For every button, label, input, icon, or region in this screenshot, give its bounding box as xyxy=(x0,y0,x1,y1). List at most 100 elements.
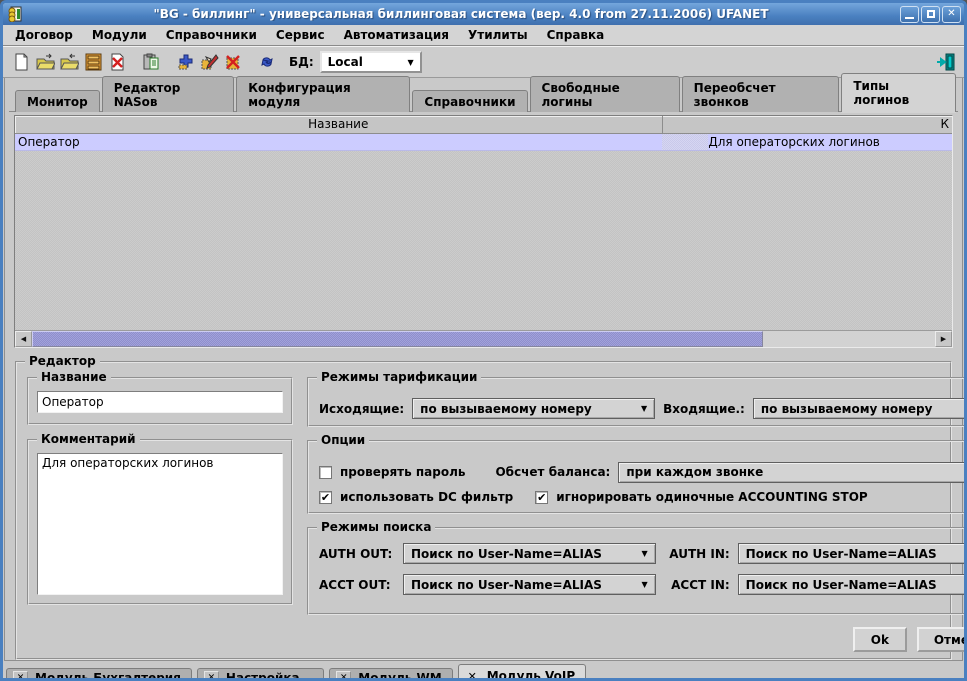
auth-out-select[interactable]: Поиск по User-Name=ALIAS ▼ xyxy=(403,543,656,564)
tab-close-icon[interactable]: ✕ xyxy=(13,671,28,681)
column-header-comment[interactable]: К xyxy=(940,117,949,131)
maximize-button[interactable] xyxy=(921,6,940,23)
edit-item-icon[interactable] xyxy=(197,50,221,74)
menu-utility[interactable]: Утилиты xyxy=(468,28,528,42)
chevron-down-icon: ▼ xyxy=(407,58,413,67)
options-row-1: проверять пароль Обсчет баланса: при каж… xyxy=(319,462,967,483)
menu-spravka[interactable]: Справка xyxy=(547,28,605,42)
acct-out-label: ACCT OUT: xyxy=(319,578,395,592)
table-row[interactable]: Оператор Для операторских логинов xyxy=(15,134,952,151)
window-title: "BG - биллинг" - универсальная биллингов… xyxy=(24,7,898,21)
horizontal-scrollbar[interactable]: ◀ ▶ xyxy=(15,330,952,347)
tab-close-icon[interactable]: ✕ xyxy=(465,669,480,681)
search-modes-title: Режимы поиска xyxy=(317,520,435,534)
editor-right-column: Режимы тарификации Исходящие: по вызывае… xyxy=(307,377,967,652)
add-item-icon[interactable] xyxy=(173,50,197,74)
tab-recalc-calls[interactable]: Переобсчет звонков xyxy=(682,76,840,112)
close-button[interactable]: ✕ xyxy=(942,6,961,23)
paste-clipboard-icon[interactable] xyxy=(139,50,163,74)
auth-in-value: Поиск по User-Name=ALIAS xyxy=(746,547,937,561)
db-label: БД: xyxy=(289,55,314,69)
incoming-select[interactable]: по вызываемому номеру ▼ xyxy=(753,398,967,419)
tariff-modes-title: Режимы тарификации xyxy=(317,370,481,384)
bottom-tab-accounting[interactable]: ✕ Модуль Бухгалтерия xyxy=(6,668,192,681)
app-icon xyxy=(6,5,24,23)
open-folder-icon[interactable] xyxy=(33,50,57,74)
delete-document-icon[interactable] xyxy=(105,50,129,74)
tab-module-config[interactable]: Конфигурация модуля xyxy=(236,76,410,112)
options-title: Опции xyxy=(317,433,369,447)
db-select-value: Local xyxy=(328,55,363,69)
bottom-tabstrip: ✕ Модуль Бухгалтерия ✕ Настройка... ✕ Мо… xyxy=(3,661,964,681)
comment-group: Комментарий Для операторских логинов xyxy=(27,439,293,605)
ignore-stop-checkbox[interactable]: ✔ xyxy=(535,491,548,504)
auth-in-select[interactable]: Поиск по User-Name=ALIAS ▼ xyxy=(738,543,967,564)
column-header-name[interactable]: Название xyxy=(15,117,662,131)
menu-spravochniki[interactable]: Справочники xyxy=(166,28,257,42)
menu-avtomatizaciya[interactable]: Автоматизация xyxy=(344,28,449,42)
auth-in-label: AUTH IN: xyxy=(664,547,730,561)
refresh-icon[interactable] xyxy=(255,50,279,74)
outgoing-label: Исходящие: xyxy=(319,402,404,416)
title-bar: "BG - биллинг" - универсальная биллингов… xyxy=(3,3,964,25)
maximize-icon xyxy=(927,10,935,18)
scroll-right-icon[interactable]: ▶ xyxy=(935,331,952,347)
column-divider[interactable] xyxy=(662,116,663,133)
name-input[interactable] xyxy=(37,391,283,413)
bottom-tab-settings[interactable]: ✕ Настройка... xyxy=(197,668,324,681)
bottom-tab-voip[interactable]: ✕ Модуль VoIP xyxy=(458,664,586,681)
delete-item-icon[interactable] xyxy=(221,50,245,74)
menu-servis[interactable]: Сервис xyxy=(276,28,325,42)
acct-in-value: Поиск по User-Name=ALIAS xyxy=(746,578,937,592)
balance-label: Обсчет баланса: xyxy=(495,465,610,479)
check-password-checkbox[interactable] xyxy=(319,466,332,479)
cabinet-icon[interactable] xyxy=(81,50,105,74)
comment-textarea[interactable]: Для операторских логинов xyxy=(37,453,283,595)
exit-door-icon[interactable] xyxy=(934,50,958,74)
tab-close-icon[interactable]: ✕ xyxy=(336,671,351,681)
incoming-select-value: по вызываемому номеру xyxy=(761,402,933,416)
tab-close-icon[interactable]: ✕ xyxy=(204,671,219,681)
outgoing-select[interactable]: по вызываемому номеру ▼ xyxy=(412,398,655,419)
scroll-left-icon[interactable]: ◀ xyxy=(15,331,32,347)
dc-filter-label: использовать DC фильтр xyxy=(340,490,513,504)
table-header: Название К xyxy=(15,116,952,134)
minimize-icon xyxy=(905,17,914,19)
chevron-down-icon: ▼ xyxy=(641,404,647,413)
menu-bar: Договор Модули Справочники Сервис Автома… xyxy=(3,25,964,46)
tab-nas-editor[interactable]: Редактор NASов xyxy=(102,76,235,112)
db-select[interactable]: Local ▼ xyxy=(320,51,422,73)
open-folder-alt-icon[interactable] xyxy=(57,50,81,74)
minimize-button[interactable] xyxy=(900,6,919,23)
cell-name: Оператор xyxy=(18,135,80,149)
name-group: Название xyxy=(27,377,293,425)
acct-in-label: ACCT IN: xyxy=(664,578,730,592)
tab-monitor[interactable]: Монитор xyxy=(15,90,100,112)
menu-moduli[interactable]: Модули xyxy=(92,28,147,42)
options-row-2: ✔ использовать DC фильтр ✔ игнорировать … xyxy=(319,490,967,504)
acct-out-value: Поиск по User-Name=ALIAS xyxy=(411,578,602,592)
acct-in-select[interactable]: Поиск по User-Name=ALIAS ▼ xyxy=(738,574,967,595)
cancel-button[interactable]: Отмена xyxy=(917,627,967,652)
tab-free-logins[interactable]: Свободные логины xyxy=(530,76,680,112)
scrollbar-track[interactable] xyxy=(763,331,935,347)
tariff-modes-group: Режимы тарификации Исходящие: по вызывае… xyxy=(307,377,967,427)
acct-out-select[interactable]: Поиск по User-Name=ALIAS ▼ xyxy=(403,574,656,595)
scrollbar-thumb[interactable] xyxy=(32,331,763,347)
search-modes-group: Режимы поиска AUTH OUT: Поиск по User-Na… xyxy=(307,527,967,615)
chevron-down-icon: ▼ xyxy=(642,580,648,589)
comment-group-title: Комментарий xyxy=(37,432,140,446)
cell-comment: Для операторских логинов xyxy=(708,135,880,149)
bottom-tab-label: Модуль WM xyxy=(358,671,441,681)
main-panel: Монитор Редактор NASов Конфигурация моду… xyxy=(4,78,963,661)
dc-filter-checkbox[interactable]: ✔ xyxy=(319,491,332,504)
balance-select[interactable]: при каждом звонке ▼ xyxy=(618,462,967,483)
new-document-icon[interactable] xyxy=(9,50,33,74)
menu-dogovor[interactable]: Договор xyxy=(15,28,73,42)
tab-directories[interactable]: Справочники xyxy=(412,90,527,112)
check-icon: ✔ xyxy=(321,492,330,503)
ok-button[interactable]: Ok xyxy=(853,627,907,652)
bottom-tab-wm[interactable]: ✕ Модуль WM xyxy=(329,668,452,681)
bottom-tab-label: Настройка... xyxy=(226,671,313,681)
tab-login-types[interactable]: Типы логинов xyxy=(841,73,956,112)
